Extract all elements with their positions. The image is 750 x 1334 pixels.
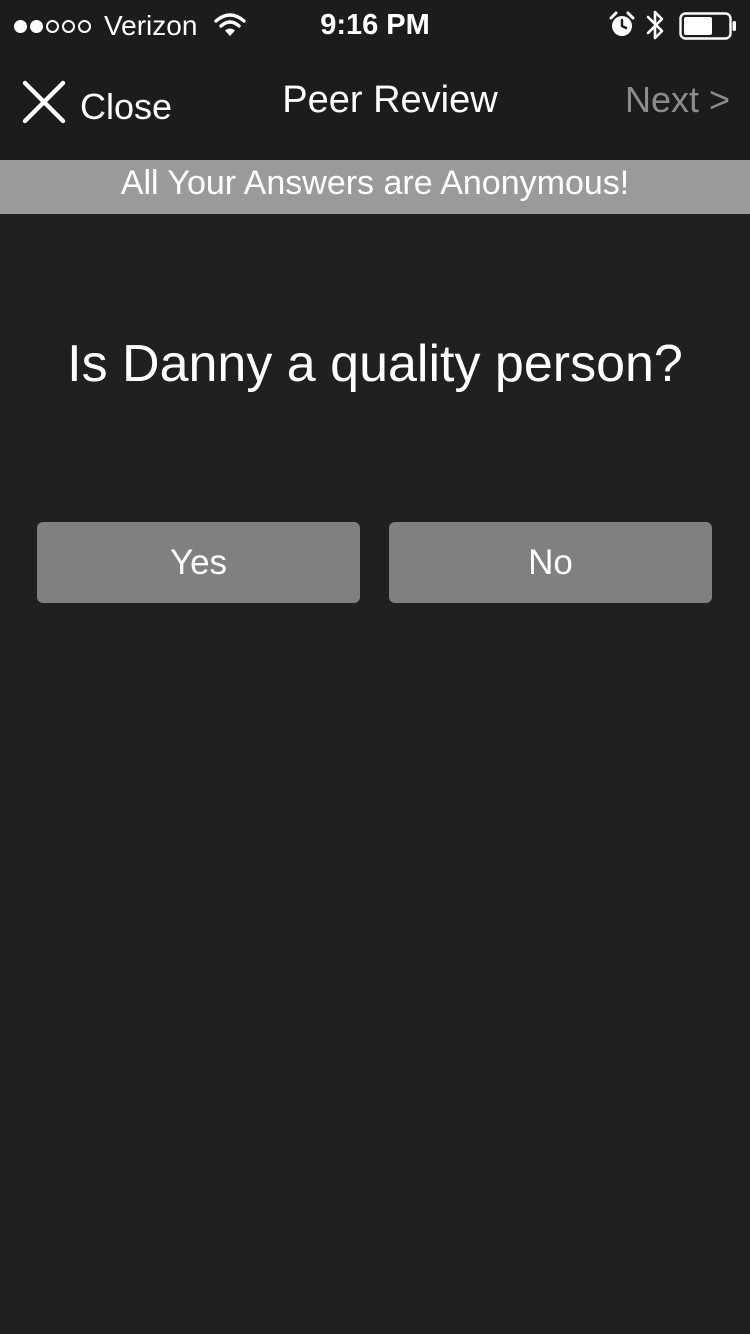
navigation-bar: Close Peer Review Next > xyxy=(0,52,750,160)
status-bar: Verizon 9:16 PM xyxy=(0,0,750,52)
bluetooth-icon xyxy=(646,10,664,40)
page-title: Peer Review xyxy=(282,79,498,121)
anonymous-banner: All Your Answers are Anonymous! xyxy=(0,160,750,214)
no-button[interactable]: No xyxy=(389,522,712,603)
close-button[interactable]: Close xyxy=(20,74,172,130)
carrier-name: Verizon xyxy=(104,10,198,41)
question-text: Is Danny a quality person? xyxy=(67,335,683,393)
close-label[interactable]: Close xyxy=(80,86,172,128)
yes-button[interactable]: Yes xyxy=(37,522,360,603)
alarm-icon xyxy=(609,11,635,36)
battery-icon xyxy=(679,12,736,40)
peer-review-screen: Verizon 9:16 PM Close Peer Review Next >… xyxy=(0,0,750,1334)
wifi-icon xyxy=(214,13,246,36)
next-button[interactable]: Next > xyxy=(625,78,730,122)
close-icon[interactable] xyxy=(20,78,68,126)
signal-icon xyxy=(14,17,91,35)
